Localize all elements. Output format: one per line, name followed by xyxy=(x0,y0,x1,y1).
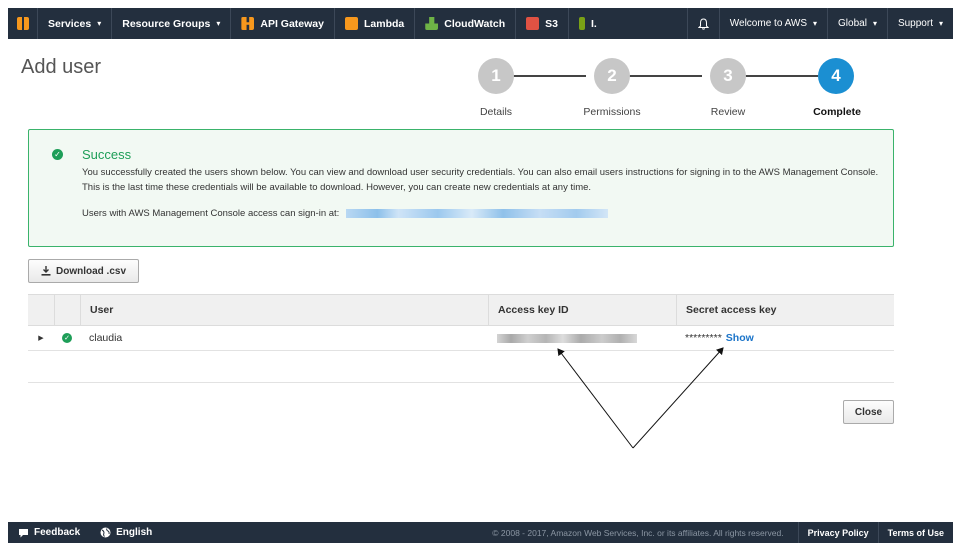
api-gateway-icon xyxy=(241,17,255,30)
page-title: Add user xyxy=(21,56,102,78)
speech-bubble-icon xyxy=(19,528,28,537)
aws-cube-icon xyxy=(16,17,29,30)
account-menu[interactable]: Welcome to AWS ▾ xyxy=(718,8,827,39)
shortcut-lambda[interactable]: Lambda xyxy=(335,8,416,39)
success-message: You successfully created the users shown… xyxy=(82,167,879,193)
step-4-label: Complete xyxy=(813,106,861,118)
header-access-key-id[interactable]: Access key ID xyxy=(488,295,676,325)
user-name-cell: claudia xyxy=(89,332,123,344)
success-check-icon: ✓ xyxy=(62,333,72,343)
notifications-button[interactable] xyxy=(686,8,719,39)
access-key-id-cell xyxy=(488,326,676,350)
download-csv-label: Download .csv xyxy=(55,265,126,277)
secret-access-key-cell: ********* Show xyxy=(676,326,894,350)
step-3-label: Review xyxy=(710,106,746,118)
feedback-label: Feedback xyxy=(34,527,81,538)
language-selector[interactable]: English xyxy=(90,522,162,543)
chevron-down-icon: ▾ xyxy=(938,19,943,28)
s3-icon xyxy=(526,17,540,30)
account-label: Welcome to AWS xyxy=(729,18,808,29)
header-secret-access-key[interactable]: Secret access key xyxy=(676,295,894,325)
table-header: User Access key ID Secret access key xyxy=(28,294,894,326)
shortcut-label: I. xyxy=(590,17,597,30)
step-connector xyxy=(506,75,586,77)
lambda-icon xyxy=(344,17,358,30)
support-menu[interactable]: Support ▾ xyxy=(886,8,953,39)
step-4-circle: 4 xyxy=(818,58,854,94)
success-check-icon: ✓ xyxy=(52,149,63,160)
step-2-circle: 2 xyxy=(594,58,630,94)
iam-icon xyxy=(578,17,585,30)
footer-bar: Feedback English © 2008 - 2017, Amazon W… xyxy=(8,522,953,543)
support-label: Support xyxy=(897,18,933,29)
chevron-down-icon: ▾ xyxy=(813,19,818,28)
shortcut-label: API Gateway xyxy=(260,17,324,30)
step-1-circle: 1 xyxy=(478,58,514,94)
table-row: ▶ ✓ claudia ********* Show xyxy=(28,326,894,351)
success-alert: ✓ Success You successfully created the u… xyxy=(28,129,894,247)
caret-right-icon: ▶ xyxy=(38,335,44,342)
copyright-text: © 2008 - 2017, Amazon Web Services, Inc.… xyxy=(492,527,784,538)
redacted-access-key xyxy=(497,333,637,343)
shortcut-iam[interactable]: I. xyxy=(569,8,607,39)
table-empty-row xyxy=(28,351,894,383)
shortcut-cloudwatch[interactable]: CloudWatch xyxy=(415,8,517,39)
privacy-policy-link[interactable]: Privacy Policy xyxy=(797,522,878,543)
users-table: User Access key ID Secret access key ▶ ✓… xyxy=(28,294,894,383)
step-2-label: Permissions xyxy=(583,106,641,118)
close-button[interactable]: Close xyxy=(843,400,894,424)
nav-services-menu[interactable]: Services ▾ xyxy=(38,8,113,39)
language-label: English xyxy=(116,527,153,538)
nav-resource-groups-label: Resource Groups xyxy=(122,17,211,30)
download-icon xyxy=(41,266,51,276)
signin-line: Users with AWS Management Console access… xyxy=(82,208,608,219)
terms-of-use-link[interactable]: Terms of Use xyxy=(877,522,953,543)
nav-resource-groups-menu[interactable]: Resource Groups ▾ xyxy=(112,8,232,39)
wizard-steps: 1 2 3 4 Details Permissions Review Compl… xyxy=(470,58,870,128)
chevron-down-icon: ▾ xyxy=(216,19,221,28)
globe-icon xyxy=(100,527,111,538)
chevron-down-icon: ▾ xyxy=(872,19,877,28)
shortcut-s3[interactable]: S3 xyxy=(516,8,569,39)
step-1-label: Details xyxy=(479,106,513,118)
bell-icon xyxy=(697,17,709,30)
header-status-col xyxy=(54,295,80,325)
step-connector xyxy=(738,75,818,77)
cloudwatch-icon xyxy=(425,17,439,30)
step-connector xyxy=(622,75,702,77)
secret-masked-value: ********* xyxy=(685,332,722,344)
redacted-signin-url-link[interactable] xyxy=(345,208,608,218)
nav-services-label: Services xyxy=(48,17,92,30)
row-status: ✓ xyxy=(54,326,80,350)
region-label: Global xyxy=(838,18,867,29)
shortcut-label: Lambda xyxy=(363,17,405,30)
header-user[interactable]: User xyxy=(80,295,488,325)
shortcut-label: S3 xyxy=(545,17,558,30)
download-csv-button[interactable]: Download .csv xyxy=(28,259,139,283)
expand-row-toggle[interactable]: ▶ xyxy=(28,326,54,350)
show-secret-link[interactable]: Show xyxy=(726,332,754,344)
chevron-down-icon: ▾ xyxy=(97,19,102,28)
shortcut-api-gateway[interactable]: API Gateway xyxy=(231,8,335,39)
aws-logo[interactable] xyxy=(8,8,38,39)
header-expand-col xyxy=(28,295,54,325)
success-heading: Success xyxy=(82,147,132,162)
top-nav-bar: Services ▾ Resource Groups ▾ API Gateway… xyxy=(8,8,953,39)
feedback-button[interactable]: Feedback xyxy=(8,522,90,543)
signin-text: Users with AWS Management Console access… xyxy=(82,208,340,219)
shortcut-label: CloudWatch xyxy=(444,17,506,30)
step-3-circle: 3 xyxy=(710,58,746,94)
region-menu[interactable]: Global ▾ xyxy=(827,8,887,39)
